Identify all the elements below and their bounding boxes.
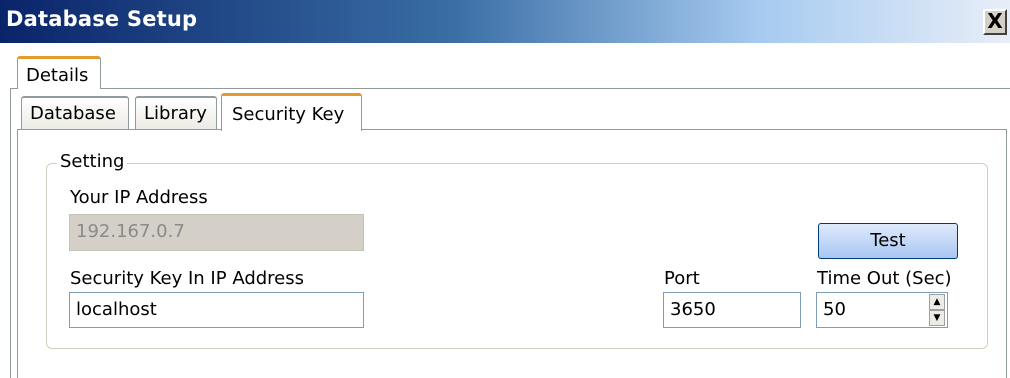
your-ip-field: 192.167.0.7 [69,214,364,251]
tab-details[interactable]: Details [17,56,101,89]
close-icon: X [987,9,1003,33]
port-label: Port [664,268,700,289]
security-ip-input[interactable]: localhost [69,292,364,328]
tab-library-label: Library [144,103,207,124]
spin-up-icon[interactable]: ▲ [929,294,945,310]
tab-details-label: Details [26,65,89,86]
security-ip-label: Security Key In IP Address [70,268,304,289]
tab-security-key-label: Security Key [232,104,345,125]
tab-security-key[interactable]: Security Key [221,93,362,131]
window-title: Database Setup [6,7,198,31]
tab-database-label: Database [30,103,116,124]
tab-library[interactable]: Library [135,96,217,129]
title-bar: Database Setup X [0,0,1010,43]
setting-group-legend: Setting [57,151,128,172]
your-ip-label: Your IP Address [70,187,208,208]
timeout-label: Time Out (Sec) [817,268,952,289]
close-button[interactable]: X [983,9,1007,35]
spin-down-icon[interactable]: ▼ [929,310,945,326]
tab-database[interactable]: Database [21,96,129,129]
test-button[interactable]: Test [818,223,958,259]
outer-tab-panel-left-border [10,88,11,378]
port-input[interactable]: 3650 [663,292,801,328]
outer-tab-panel-border [10,88,1010,89]
timeout-spinner[interactable]: ▲ ▼ [929,293,945,327]
